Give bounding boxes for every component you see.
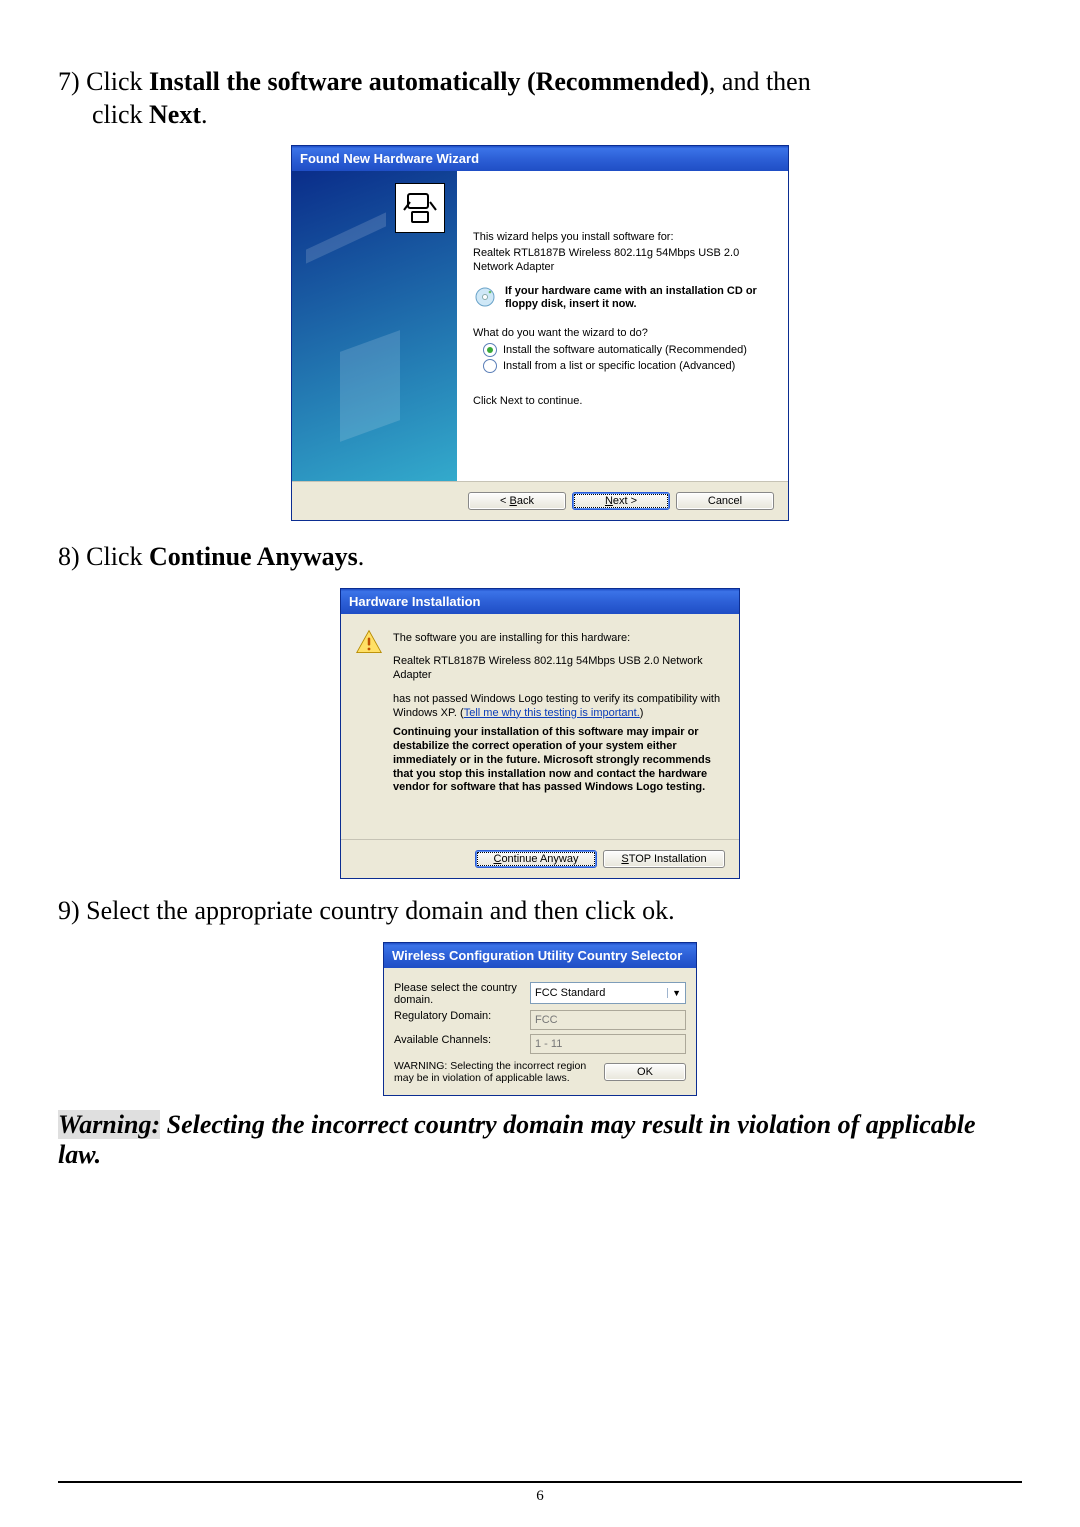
found-new-hardware-wizard: Found New Hardware Wizard This wizard he…: [291, 145, 789, 521]
next-button[interactable]: Next >: [572, 492, 670, 510]
hardware-installation-dialog: Hardware Installation The software you a…: [340, 588, 740, 880]
text: Click: [80, 542, 149, 571]
page-number: 6: [0, 1488, 1080, 1505]
regulatory-value: FCC: [530, 1010, 686, 1030]
wizard-footer: < Back Next > Cancel: [292, 481, 788, 520]
channels-label: Available Channels:: [394, 1034, 522, 1046]
step-number: 8): [58, 542, 80, 571]
tell-me-why-link[interactable]: Tell me why this testing is important.: [464, 707, 640, 719]
text: .: [358, 542, 365, 571]
wizard-side-graphic: [292, 171, 457, 481]
cd-icon: [473, 285, 497, 309]
warning-text: Selecting the incorrect country domain m…: [58, 1110, 976, 1169]
chevron-down-icon: ▼: [667, 988, 681, 998]
radio-label: Install from a list or specific location…: [503, 360, 735, 372]
text-bold: Continue Anyways: [149, 542, 358, 571]
radio-icon: [483, 343, 497, 357]
device-name: Realtek RTL8187B Wireless 802.11g 54Mbps…: [393, 655, 725, 683]
cancel-button[interactable]: Cancel: [676, 492, 774, 510]
step-number: 9): [58, 896, 80, 925]
stop-installation-button[interactable]: STOP Installation: [603, 850, 725, 868]
footer-rule: [58, 1481, 1022, 1483]
dialog-footer: Continue Anyway STOP Installation: [341, 839, 739, 878]
instruction-7: 7) Click Install the software automatica…: [58, 66, 1022, 131]
d2-line1: The software you are installing for this…: [393, 632, 725, 646]
warning-paragraph: Warning: Selecting the incorrect country…: [58, 1110, 1022, 1170]
wizard-intro: This wizard helps you install software f…: [473, 231, 772, 243]
text-bold: Next: [149, 100, 201, 129]
ok-button[interactable]: OK: [604, 1063, 686, 1081]
radio-label: Install the software automatically (Reco…: [503, 344, 747, 356]
dialog-title: Found New Hardware Wizard: [292, 146, 788, 171]
warning-label: Warning:: [58, 1110, 160, 1139]
text: click: [92, 100, 149, 129]
text: Click: [80, 67, 149, 96]
d2-warning-strong: Continuing your installation of this sof…: [393, 726, 725, 795]
instruction-9: 9) Select the appropriate country domain…: [58, 895, 1022, 928]
country-dropdown[interactable]: FCC Standard ▼: [530, 982, 686, 1004]
wizard-question: What do you want the wizard to do?: [473, 327, 772, 339]
country-label: Please select the country domain.: [394, 982, 522, 1006]
channels-value: 1 - 11: [530, 1034, 686, 1054]
text: Select the appropriate country domain an…: [80, 896, 675, 925]
back-button[interactable]: < Back: [468, 492, 566, 510]
document-page: 7) Click Install the software automatica…: [0, 0, 1080, 1527]
dialog-title: Hardware Installation: [341, 589, 739, 614]
hardware-icon: [395, 183, 445, 233]
device-name: Realtek RTL8187B Wireless 802.11g 54Mbps…: [473, 247, 772, 275]
click-next-hint: Click Next to continue.: [473, 395, 772, 407]
dropdown-value: FCC Standard: [535, 987, 605, 999]
text: .: [201, 100, 208, 129]
warning-icon: [355, 628, 383, 656]
regulatory-label: Regulatory Domain:: [394, 1010, 522, 1022]
continue-anyway-button[interactable]: Continue Anyway: [475, 850, 597, 868]
radio-option-auto[interactable]: Install the software automatically (Reco…: [483, 343, 772, 357]
radio-icon: [483, 359, 497, 373]
region-warning: WARNING: Selecting the incorrect region …: [394, 1060, 596, 1085]
text: , and then: [709, 67, 811, 96]
step-number: 7): [58, 67, 80, 96]
country-selector-dialog: Wireless Configuration Utility Country S…: [383, 942, 697, 1096]
cd-hint: If your hardware came with an installati…: [505, 285, 772, 311]
dialog-title: Wireless Configuration Utility Country S…: [384, 943, 696, 968]
d2-logo-test: has not passed Windows Logo testing to v…: [393, 693, 725, 721]
text-bold: Install the software automatically (Reco…: [149, 67, 709, 96]
radio-option-advanced[interactable]: Install from a list or specific location…: [483, 359, 772, 373]
instruction-8: 8) Click Continue Anyways.: [58, 541, 1022, 574]
